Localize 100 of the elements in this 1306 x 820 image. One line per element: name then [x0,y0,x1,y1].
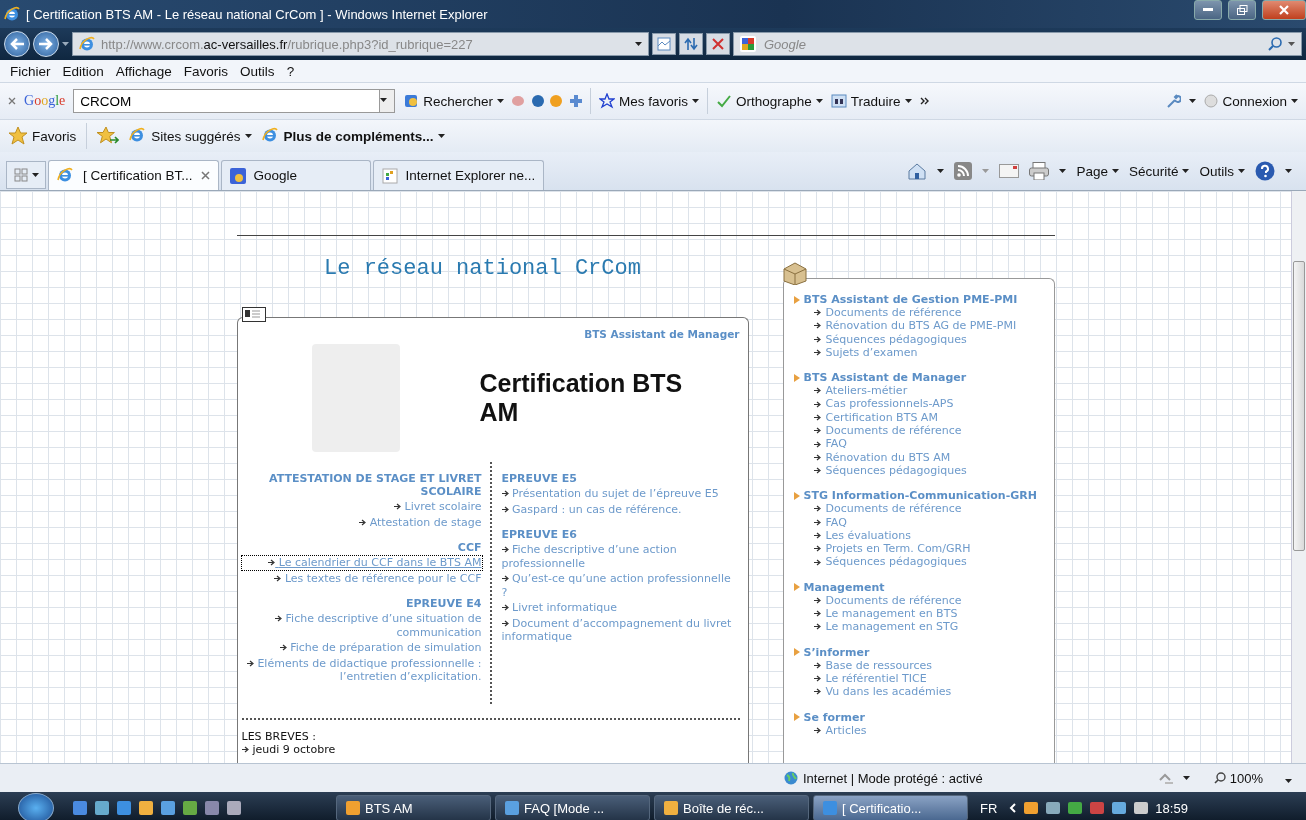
app-icon[interactable] [226,800,242,816]
sidebar-link[interactable]: Sujets d’examen [825,345,918,360]
forward-button[interactable] [33,31,59,57]
menu-item[interactable]: Affichage [115,63,172,79]
sidebar-link[interactable]: Le référentiel TICE [825,671,927,686]
sign-in-button[interactable]: Connexion [1204,93,1298,109]
minimize-button[interactable] [1194,0,1222,20]
tray-icon[interactable] [1023,800,1040,816]
sidebar-link[interactable]: Rénovation du BTS AM [825,450,951,464]
page-link[interactable]: Qu’est-ce qu’une action professionnelle ? [501,572,740,599]
sidebar-link[interactable]: Le management en STG [825,620,959,634]
stop-button[interactable] [706,33,730,55]
refresh-button[interactable] [679,33,703,55]
app-icon[interactable] [116,800,132,816]
caret-icon[interactable] [437,134,445,138]
app-icon[interactable] [204,800,220,816]
sidebar-link[interactable]: Le management en BTS [825,607,958,621]
sidebar-link[interactable]: Vu dans les académies [825,685,952,699]
page-link[interactable]: Attestation de stage [241,515,482,529]
caret-icon[interactable] [937,169,945,173]
close-icon[interactable] [8,97,16,105]
command-menu[interactable]: Sécurité [1128,163,1190,179]
zoom-button[interactable]: 100% [1213,770,1263,786]
sidebar-link[interactable]: Documents de référence [825,593,962,608]
caret-icon[interactable] [1238,169,1245,173]
sidebar-heading[interactable]: Management [803,580,885,594]
chevron-left-icon[interactable] [1009,803,1018,813]
search-field[interactable]: Google [762,35,1262,53]
taskbar-button[interactable]: Boîte de réc... [654,795,809,820]
page-link[interactable]: Les textes de référence pour le CCF [241,571,482,585]
caret-icon[interactable] [692,99,700,103]
page-link[interactable]: Livret informatique [501,601,740,615]
menu-item[interactable]: Fichier [10,63,51,79]
browser-tab[interactable]: [ Certification BT... [48,160,219,190]
scrollbar[interactable] [1291,191,1306,763]
sidebar-link[interactable]: Base de ressources [825,658,933,672]
command-menu[interactable]: Page [1076,163,1119,179]
page-link[interactable]: Document d’accompagnement du livret informatique [501,616,740,644]
close-icon[interactable] [200,171,210,180]
app-icon[interactable] [138,800,154,816]
menu-item[interactable]: Edition [62,63,104,79]
page-link[interactable]: Fiche de préparation de simulation [241,641,482,655]
command-menu[interactable]: Outils [1199,163,1245,179]
sidebar-link[interactable]: Cas professionnels-APS [825,397,954,411]
close-button[interactable] [1262,0,1306,20]
sidebar-link[interactable]: Documents de référence [825,424,962,438]
sidebar-link[interactable]: Ateliers-métier [825,384,908,398]
menu-item[interactable]: Outils [240,63,275,79]
taskbar-button[interactable]: [ Certificatio... [813,795,968,820]
caret-icon[interactable] [1182,169,1190,173]
page-link[interactable]: Livret scolaire [241,500,482,514]
help-icon[interactable] [1255,161,1275,181]
compatibility-button[interactable] [652,33,676,55]
sidebar-heading[interactable]: BTS Assistant de Manager [803,371,967,385]
toolbar-button[interactable]: Rechercher [403,93,504,109]
language-indicator[interactable]: FR [980,800,998,816]
tray-icon[interactable] [1133,800,1150,816]
clock[interactable]: 18:59 [1155,800,1188,816]
caret-icon[interactable] [380,98,388,102]
caret-icon[interactable] [904,99,912,103]
taskbar-button[interactable]: BTS AM [336,795,491,820]
page-link[interactable]: Gaspard : un cas de référence. [501,502,740,516]
tray-icon[interactable] [1067,800,1084,816]
sidebar-link[interactable]: FAQ [825,515,847,529]
caret-icon[interactable] [31,173,39,177]
caret-icon[interactable] [1291,99,1298,103]
sidebar-link[interactable]: Documents de référence [825,306,962,320]
page-link[interactable]: Eléments de didactique professionnelle : l’entretien d’explicitation. [241,656,482,684]
caret-icon[interactable] [244,134,252,138]
caret-icon[interactable] [1189,99,1197,103]
app-icon[interactable] [72,800,88,816]
caret-icon[interactable] [635,42,642,46]
sidebar-link[interactable]: Documents de référence [825,502,962,516]
sidebar-link[interactable]: Séquences pédagogiques [825,463,967,478]
favorites-bar-item[interactable]: Plus de compléments... [261,127,445,145]
favorites-button[interactable]: Favoris [8,126,77,146]
start-button[interactable] [18,793,54,820]
mail-icon[interactable] [999,164,1020,178]
caret-icon[interactable] [1285,169,1292,173]
maximize-button[interactable] [1228,0,1256,20]
app-icon[interactable] [182,800,198,816]
favorites-bar-item[interactable]: Sites suggérés [129,127,252,145]
caret-icon[interactable] [62,42,69,46]
toolbar-button[interactable]: Mes favoris [599,93,700,109]
sidebar-link[interactable]: Séquences pédagogiques [825,332,967,346]
app-icon[interactable] [160,800,176,816]
home-icon[interactable] [907,162,928,180]
sidebar-link[interactable]: Projets en Term. Com/GRH [825,542,971,556]
page-link[interactable]: Fiche descriptive d’une action professionnelle [501,543,740,570]
page-link[interactable]: Présentation du sujet de l’épreuve E5 [501,487,740,501]
address-field[interactable]: http://www.crcom.ac-versailles.fr/rubrique.php3?id_rubrique=227 [72,32,649,56]
printer-icon[interactable] [1029,162,1050,180]
sidebar-link[interactable]: Rénovation du BTS AG de PME-PMI [825,319,1017,333]
caret-icon[interactable] [815,99,823,103]
toolbar-button[interactable]: Orthographe [716,93,823,109]
rss-icon[interactable] [954,162,973,180]
add-favorite-icon[interactable] [97,126,120,146]
sidebar-link[interactable]: Les évaluations [825,528,912,543]
chevron-icon[interactable] [919,97,930,105]
caret-icon[interactable] [1111,169,1119,173]
